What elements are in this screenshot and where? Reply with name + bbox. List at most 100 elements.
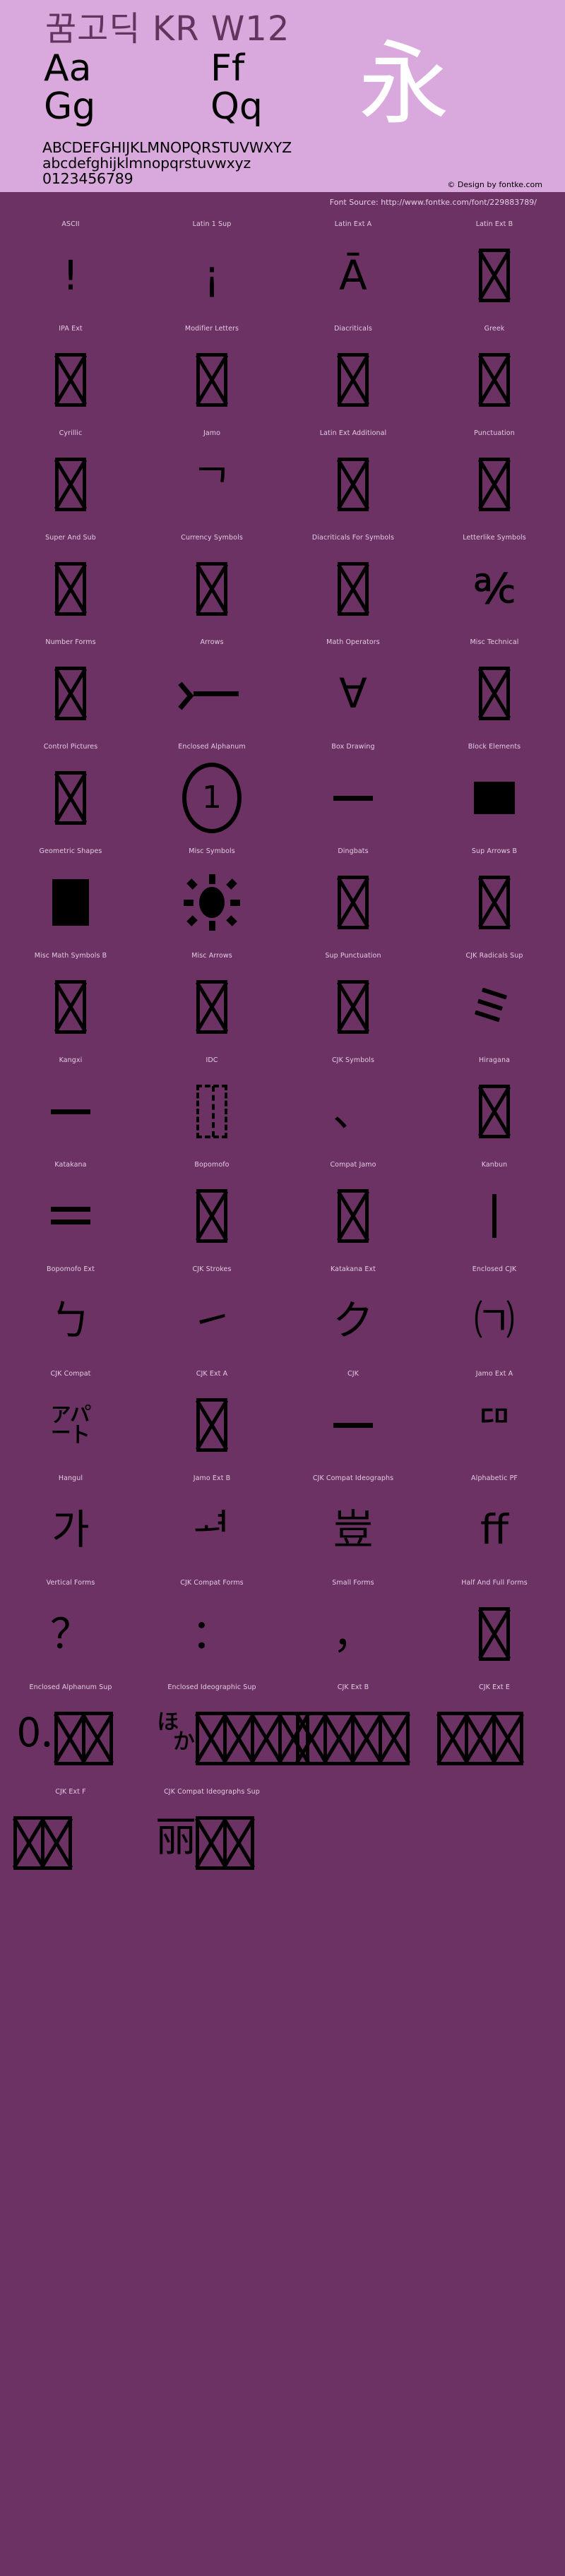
unicode-block-cell[interactable]: Kangxi — [0, 1052, 141, 1157]
missing-glyph-box — [479, 1085, 510, 1138]
unicode-block-label: CJK Ext A — [141, 1370, 282, 1378]
unicode-block-cell[interactable]: Sup Arrows B — [424, 843, 565, 948]
missing-glyph-box — [351, 1712, 382, 1765]
unicode-block-sample: 丽 — [141, 1801, 297, 1885]
unicode-block-cell[interactable]: Greek — [424, 321, 565, 425]
unicode-block-cell[interactable]: Punctuation — [424, 425, 565, 530]
unicode-block-label: Katakana — [0, 1161, 141, 1169]
unicode-block-cell[interactable]: Jamo Ext B ힰ — [141, 1470, 282, 1575]
unicode-block-cell[interactable]: CJK Compat Forms ： — [141, 1575, 282, 1679]
unicode-block-cell[interactable]: CJK — [282, 1366, 424, 1470]
unicode-block-cell[interactable]: Jamo Ext A ꥠ — [424, 1366, 565, 1470]
unicode-block-cell[interactable]: Latin Ext Additional — [282, 425, 424, 530]
missing-glyph-box — [338, 1189, 369, 1243]
font-source-link[interactable]: Font Source: http://www.fontke.com/font/… — [330, 198, 537, 207]
missing-glyph-box — [379, 1712, 410, 1765]
unicode-block-cell[interactable]: IDC — [141, 1052, 282, 1157]
unicode-block-label: Block Elements — [424, 743, 565, 751]
missing-glyph-box-strip: 𫠠 — [14, 1816, 72, 1870]
unicode-block-cell[interactable]: CJK Ext E 𫝀 — [424, 1679, 565, 1784]
unicode-block-cell[interactable]: Bopomofo Ext ㄅ — [0, 1261, 141, 1366]
unicode-block-label: Vertical Forms — [0, 1579, 141, 1587]
unicode-block-cell[interactable]: Diacriticals For Symbols — [282, 530, 424, 634]
block-grid-row: Super And Sub Currency Symbols Diacritical… — [0, 530, 565, 634]
block-sample-glyph: ， — [333, 1614, 374, 1654]
unicode-block-cell[interactable]: Modifier Letters — [141, 321, 282, 425]
missing-glyph-box-strip: 𫝀 — [438, 1712, 523, 1765]
unicode-block-cell[interactable]: Kanbun — [424, 1157, 565, 1261]
unicode-block-cell[interactable]: CJK Radicals Sup — [424, 948, 565, 1052]
unicode-block-cell[interactable]: Enclosed Alphanum Sup 🄀 — [0, 1679, 141, 1784]
unicode-block-cell[interactable]: Enclosed CJK ㈀ — [424, 1261, 565, 1366]
unicode-block-cell[interactable]: ASCII! — [0, 216, 141, 321]
unicode-block-cell[interactable]: CJK Strokes ㇀ — [141, 1261, 282, 1366]
unicode-block-label: ASCII — [0, 220, 141, 228]
unicode-block-cell[interactable]: Jamo ᄀ — [141, 425, 282, 530]
unicode-block-cell[interactable]: Dingbats — [282, 843, 424, 948]
unicode-block-cell[interactable]: Misc Arrows — [141, 948, 282, 1052]
unicode-block-cell[interactable]: CJK Ext B 𠀀 — [282, 1679, 424, 1784]
block-sample-glyph: ꥠ — [475, 1405, 513, 1445]
alphabet-uppercase: ABCDEFGHIJKLMNOPQRSTUVWXYZ — [42, 140, 292, 155]
unicode-block-sample — [282, 547, 424, 631]
unicode-block-sample — [424, 756, 565, 840]
unicode-block-cell[interactable]: Box Drawing — [282, 739, 424, 843]
unicode-block-sample: ! — [0, 233, 141, 318]
unicode-block-cell[interactable]: Letterlike Symbols ℀ — [424, 530, 565, 634]
unicode-block-cell[interactable]: Currency Symbols — [141, 530, 282, 634]
unicode-block-cell[interactable]: Latin 1 Sup ¡ — [141, 216, 282, 321]
unicode-block-cell[interactable]: IPA Ext — [0, 321, 141, 425]
unicode-block-cell[interactable]: Bopomofo — [141, 1157, 282, 1261]
block-sample-glyph: ㇀ — [191, 1300, 232, 1341]
specimen-header: 꿈고딕 KR W12 Aa Gg Ff Qq 永 ABCDEFGHIJKLMNO… — [0, 0, 565, 192]
unicode-block-cell[interactable]: Number Forms — [0, 634, 141, 739]
unicode-block-sample — [282, 1383, 424, 1467]
unicode-block-cell[interactable]: CJK Ext A — [141, 1366, 282, 1470]
unicode-block-sample: 1 — [141, 756, 282, 840]
unicode-block-cell[interactable]: CJK Symbols 、 — [282, 1052, 424, 1157]
missing-glyph-box — [338, 458, 369, 511]
unicode-block-cell[interactable]: Enclosed Alphanum 1 — [141, 739, 282, 843]
unicode-block-cell[interactable]: Hangul 가 — [0, 1470, 141, 1575]
unicode-block-cell[interactable]: Diacriticals — [282, 321, 424, 425]
unicode-block-label: Super And Sub — [0, 534, 141, 542]
unicode-block-cell[interactable]: CJK Compat Ideographs Sup 丽 — [141, 1784, 282, 1888]
unicode-block-cell[interactable]: Block Elements — [424, 739, 565, 843]
unicode-block-cell[interactable]: Compat Jamo — [282, 1157, 424, 1261]
unicode-block-sample: ㇀ — [141, 1278, 282, 1363]
block-grid-row: Hangul 가 Jamo Ext B ힰ CJK Compat Ideographs 豈… — [0, 1470, 565, 1575]
unicode-block-cell[interactable]: Control Pictures — [0, 739, 141, 843]
unicode-block-cell[interactable]: Sup Punctuation — [282, 948, 424, 1052]
unicode-block-cell[interactable]: Misc Technical — [424, 634, 565, 739]
unicode-block-cell[interactable]: Half And Full Forms — [424, 1575, 565, 1679]
unicode-block-cell[interactable]: Latin Ext B — [424, 216, 565, 321]
unicode-block-cell[interactable]: Arrows — [141, 634, 282, 739]
unicode-block-cell[interactable]: Katakana — [0, 1157, 141, 1261]
unicode-block-cell[interactable]: Hiragana — [424, 1052, 565, 1157]
unicode-block-cell[interactable]: Katakana Ext ク — [282, 1261, 424, 1366]
unicode-block-label: Control Pictures — [0, 743, 141, 751]
unicode-block-cell[interactable]: Latin Ext A Ā — [282, 216, 424, 321]
block-sample-glyph: ： — [191, 1614, 232, 1654]
unicode-block-cell[interactable]: Geometric Shapes — [0, 843, 141, 948]
unicode-block-cell[interactable]: Enclosed Ideographic Sup 🈀 — [141, 1679, 282, 1784]
horizontal-stroke-glyph — [333, 1423, 373, 1428]
unicode-block-cell[interactable]: CJK Compat Ideographs 豈 — [282, 1470, 424, 1575]
unicode-block-sample: ᄀ — [141, 442, 282, 527]
unicode-block-cell[interactable]: Cyrillic — [0, 425, 141, 530]
unicode-block-cell[interactable]: Alphabetic PF ﬀ — [424, 1470, 565, 1575]
unicode-block-cell[interactable]: CJK Ext F 𫠠 — [0, 1784, 141, 1888]
unicode-block-cell[interactable]: Math Operators ∀ — [282, 634, 424, 739]
unicode-block-cell[interactable]: Misc Math Symbols B — [0, 948, 141, 1052]
unicode-block-label: CJK Compat Forms — [141, 1579, 282, 1587]
unicode-block-cell[interactable]: Super And Sub — [0, 530, 141, 634]
missing-glyph-box — [338, 353, 369, 407]
unicode-block-cell[interactable]: CJK Compat ㌀ — [0, 1366, 141, 1470]
unicode-block-cell[interactable]: Small Forms ， — [282, 1575, 424, 1679]
unicode-block-sample: ힰ — [141, 1487, 282, 1572]
unicode-block-sample — [424, 442, 565, 527]
unicode-block-cell[interactable]: Misc Symbols — [141, 843, 282, 948]
missing-glyph-box — [196, 1816, 227, 1870]
unicode-block-cell[interactable]: Vertical Forms ？ — [0, 1575, 141, 1679]
unicode-block-label: Greek — [424, 325, 565, 333]
